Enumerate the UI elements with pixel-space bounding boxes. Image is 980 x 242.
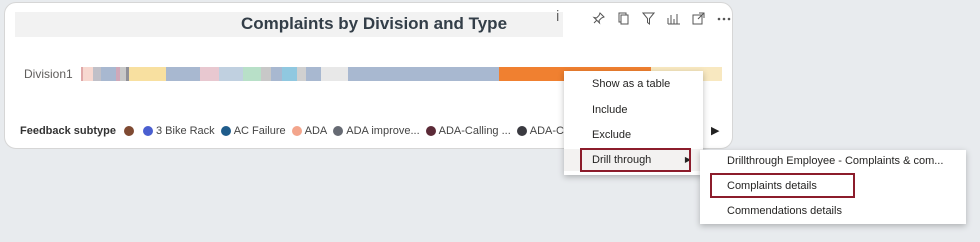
- menu-item-show-as-table[interactable]: Show as a table: [564, 73, 703, 95]
- legend-color-dot: [142, 126, 153, 136]
- legend-item-label: ADA: [304, 125, 328, 137]
- bar-segment[interactable]: [148, 67, 167, 81]
- legend-color-dot: [516, 126, 527, 136]
- legend-color-dot: [333, 126, 344, 136]
- bar-segment[interactable]: [93, 67, 102, 81]
- legend-color-dot: [123, 126, 134, 136]
- drill-through-submenu: Drillthrough Employee - Complaints & com…: [700, 150, 966, 224]
- menu-item-exclude[interactable]: Exclude: [564, 124, 703, 146]
- legend-item[interactable]: 3 Bike Rack: [142, 125, 215, 137]
- y-axis-category-label: Division1: [24, 67, 73, 81]
- bar-segment[interactable]: [101, 67, 116, 81]
- legend-color-dot: [425, 126, 436, 136]
- bar-segment[interactable]: [219, 67, 244, 81]
- drill-through-highlight: [580, 148, 691, 172]
- legend-item-label: ADA improve...: [346, 125, 420, 137]
- legend: Feedback subtype 3 Bike Rack AC Failure AD…: [20, 125, 582, 137]
- legend-title: Feedback subtype: [20, 125, 116, 137]
- bar-segment[interactable]: [82, 67, 94, 81]
- info-icon[interactable]: i: [556, 8, 559, 25]
- legend-color-dot: [291, 126, 302, 136]
- focus-mode-icon[interactable]: [689, 9, 708, 28]
- bar-segment[interactable]: [320, 67, 349, 81]
- legend-item-label: 3 Bike Rack: [155, 125, 215, 137]
- legend-item[interactable]: ADA improve...: [333, 125, 420, 137]
- copy-icon[interactable]: [614, 9, 633, 28]
- legend-next-chevron-icon[interactable]: ▶: [711, 124, 719, 137]
- legend-item[interactable]: [123, 126, 137, 136]
- bar-segment[interactable]: [190, 67, 201, 81]
- bar-segment[interactable]: [261, 67, 272, 81]
- legend-item[interactable]: ADA: [291, 125, 328, 137]
- legend-color-dot: [220, 126, 231, 136]
- submenu-item-commendations-details[interactable]: Commendations details: [700, 200, 966, 222]
- visual-header-toolbar: [589, 9, 733, 28]
- bar-segment[interactable]: [166, 67, 191, 81]
- analytics-icon[interactable]: [664, 9, 683, 28]
- bar-segment[interactable]: [348, 67, 500, 81]
- menu-item-include[interactable]: Include: [564, 99, 703, 121]
- bar-segment[interactable]: [129, 67, 149, 81]
- bar-segment[interactable]: [271, 67, 282, 81]
- filter-icon[interactable]: [639, 9, 658, 28]
- submenu-item-drillthrough-employee[interactable]: Drillthrough Employee - Complaints & com…: [700, 150, 966, 172]
- bar-segment[interactable]: [281, 67, 297, 81]
- bar-segment[interactable]: [296, 67, 306, 81]
- bar-segment[interactable]: [305, 67, 321, 81]
- legend-item-label: ADA-Calling ...: [438, 125, 511, 137]
- legend-item-label: AC Failure: [233, 125, 286, 137]
- pin-icon[interactable]: [589, 9, 608, 28]
- complaints-details-highlight: [710, 173, 855, 198]
- more-options-icon[interactable]: [714, 9, 733, 28]
- bar-segment[interactable]: [243, 67, 262, 81]
- legend-item[interactable]: ADA-Calling ...: [425, 125, 511, 137]
- legend-item[interactable]: AC Failure: [220, 125, 286, 137]
- bar-segment[interactable]: [200, 67, 220, 81]
- context-menu: Show as a table Include Exclude Drill th…: [564, 71, 703, 175]
